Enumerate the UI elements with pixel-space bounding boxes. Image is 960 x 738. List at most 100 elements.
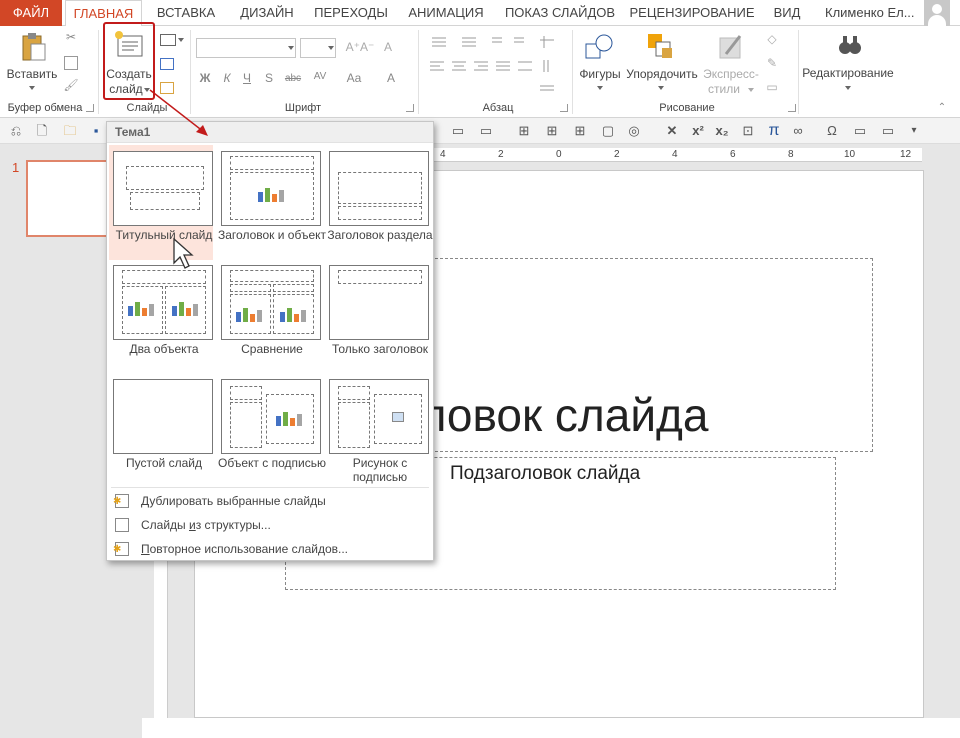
font-size-dropdown-icon[interactable] (328, 46, 334, 50)
layout-title-only[interactable]: Только заголовок (325, 259, 429, 374)
qat-tool-8-icon[interactable]: ⊡ (740, 123, 756, 139)
tab-review[interactable]: РЕЦЕНЗИРОВАНИЕ (624, 0, 760, 26)
content-icons-icon (280, 306, 306, 322)
binoculars-icon[interactable] (836, 32, 864, 60)
layout-two-content[interactable]: Два объекта (109, 259, 213, 374)
arrange-icon[interactable] (646, 32, 676, 62)
superscript-icon[interactable]: x² (690, 123, 706, 139)
layout-picture-with-caption[interactable]: Рисунок с подписью (325, 373, 429, 488)
ruler-label: 8 (788, 149, 794, 160)
layout-preview (113, 379, 213, 454)
paste-dropdown-icon[interactable] (29, 86, 35, 90)
quick-styles-button-line2[interactable]: стили (704, 82, 744, 96)
layout-icon[interactable] (160, 34, 176, 46)
cut-icon[interactable]: ✂ (62, 30, 80, 44)
font-color-button[interactable]: A (384, 71, 398, 85)
font-name-field[interactable] (196, 38, 296, 58)
reuse-slides-item[interactable]: ✱ Повторное использование слайдов... (111, 538, 431, 560)
tab-animations[interactable]: АНИМАЦИЯ (396, 0, 496, 26)
editing-dropdown-icon[interactable] (845, 86, 851, 90)
layout-blank[interactable]: Пустой слайд (109, 373, 213, 488)
symbol-icon[interactable]: ∞ (788, 123, 808, 139)
slide-subtitle[interactable]: Подзаголовок слайда (450, 463, 640, 485)
new-icon[interactable]: 🗋 (34, 123, 50, 139)
paste-button[interactable]: Вставить (2, 67, 62, 81)
char-spacing-button[interactable]: AV (310, 71, 330, 82)
layout-preview (221, 379, 321, 454)
shape-outline-icon[interactable]: ✎ (764, 56, 780, 70)
tab-insert[interactable]: ВСТАВКА (146, 0, 226, 26)
tab-slideshow[interactable]: ПОКАЗ СЛАЙДОВ (498, 0, 622, 26)
layout-preview (221, 151, 321, 226)
open-icon[interactable]: 🗀 (62, 123, 78, 139)
font-launcher-icon[interactable] (406, 104, 414, 112)
avatar[interactable] (924, 0, 950, 26)
paste-icon[interactable] (21, 32, 47, 62)
drawing-launcher-icon[interactable] (788, 104, 796, 112)
layout-content-with-caption[interactable]: Объект с подписью (217, 373, 326, 488)
change-case-button[interactable]: Aa (344, 71, 364, 85)
bold-button[interactable]: Ж (198, 71, 212, 85)
layout-name: Рисунок с подписью (352, 456, 408, 484)
paragraph-launcher-icon[interactable] (560, 104, 568, 112)
duplicate-slides-item[interactable]: ✱ Дублировать выбранные слайды (111, 490, 431, 512)
qat-tool-5-icon[interactable]: ⊞ (572, 123, 588, 139)
underline-button[interactable]: Ч (240, 71, 254, 85)
arrange-button[interactable]: Упорядочить (624, 67, 700, 81)
shape-effects-icon[interactable]: ▭ (764, 80, 780, 94)
collapse-ribbon-icon[interactable]: ⌃ (934, 102, 950, 113)
equation-icon[interactable]: π (766, 123, 782, 139)
layout-section-header[interactable]: Заголовок раздела (325, 145, 433, 260)
clipboard-launcher-icon[interactable] (86, 104, 94, 112)
shapes-button[interactable]: Фигуры (574, 67, 626, 81)
quick-styles-dropdown-icon[interactable] (748, 88, 754, 92)
quick-styles-icon[interactable] (716, 32, 746, 62)
outline-icon (115, 518, 129, 532)
copy-icon[interactable] (64, 56, 78, 70)
layout-title-slide[interactable]: Титульный слайд (109, 145, 213, 260)
strikethrough-button[interactable]: abc (282, 73, 304, 84)
omega-icon[interactable]: Ω (824, 123, 840, 139)
tab-file[interactable]: ФАЙЛ (0, 0, 62, 26)
slides-from-outline-item[interactable]: Слайды из структуры... (111, 514, 431, 536)
shadow-button[interactable]: S (262, 71, 276, 85)
layout-dropdown-icon[interactable] (178, 38, 184, 42)
content-icons-icon (128, 300, 154, 316)
layout-title-and-content[interactable]: Заголовок и объект (217, 145, 326, 260)
qat-tool-3-icon[interactable]: ⊞ (516, 123, 532, 139)
tab-transitions[interactable]: ПЕРЕХОДЫ (308, 0, 394, 26)
font-name-dropdown-icon[interactable] (288, 46, 294, 50)
qat-tool-9-icon[interactable]: ▭ (852, 123, 868, 139)
shapes-dropdown-icon[interactable] (597, 86, 603, 90)
qat-tool-4-icon[interactable]: ⊞ (544, 123, 560, 139)
layout-comparison[interactable]: Сравнение (217, 259, 321, 374)
reset-slide-icon[interactable] (160, 58, 174, 70)
user-name[interactable]: Клименко Ел... (825, 0, 915, 26)
italic-button[interactable]: К (220, 71, 234, 85)
quick-styles-button[interactable]: Экспресс- (700, 67, 762, 81)
qat-customize-icon[interactable]: ▾ (906, 123, 922, 139)
qat-tool-1-icon[interactable]: ▭ (450, 123, 466, 139)
slide-title[interactable]: оловок слайда (395, 388, 708, 442)
font-size-grow-shrink-icon[interactable]: A⁺A⁻ (344, 40, 376, 54)
layout-name: Сравнение (241, 342, 303, 356)
subscript-icon[interactable]: x₂ (714, 123, 730, 139)
shape-fill-icon[interactable]: ◇ (764, 32, 780, 46)
qat-tool-6-icon[interactable]: ▢ (600, 123, 616, 139)
qat-tool-2-icon[interactable]: ▭ (478, 123, 494, 139)
clear-format-icon[interactable]: A (380, 40, 396, 54)
remove-format-icon[interactable]: ✕ (664, 123, 680, 139)
arrange-dropdown-icon[interactable] (658, 86, 664, 90)
tab-view[interactable]: ВИД (762, 0, 812, 26)
paragraph-controls[interactable] (428, 32, 570, 94)
layout-preview (113, 265, 213, 340)
menu-label: ублировать выбранные слайды (149, 494, 326, 508)
save-icon[interactable]: ▪ (88, 123, 104, 139)
qat-tool-7-icon[interactable]: ◎ (626, 123, 642, 139)
shapes-icon[interactable] (584, 32, 614, 62)
editing-button[interactable]: Редактирование (802, 66, 894, 80)
undo-icon[interactable]: ⎌ (8, 123, 24, 139)
qat-tool-10-icon[interactable]: ▭ (880, 123, 896, 139)
format-painter-icon[interactable]: 🖌 (62, 78, 80, 92)
tab-design[interactable]: ДИЗАЙН (228, 0, 306, 26)
